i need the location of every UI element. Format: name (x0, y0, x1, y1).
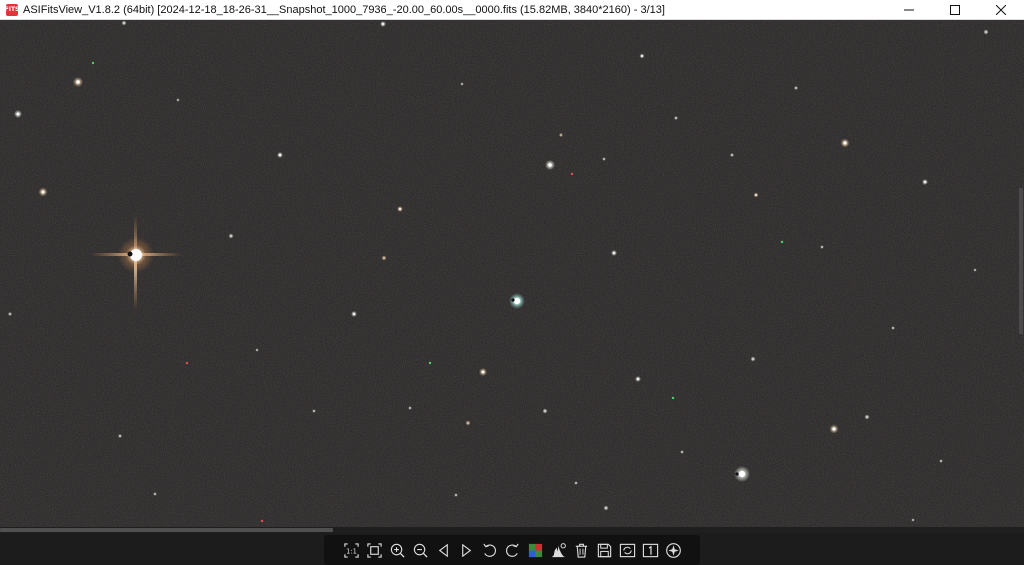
zoom-out-icon (413, 543, 428, 558)
previous-image-button[interactable] (432, 539, 454, 561)
horizontal-scrollbar-thumb[interactable] (0, 528, 333, 532)
auto-stretch-button[interactable] (662, 539, 684, 561)
star-field-image (0, 20, 1024, 529)
next-image-button[interactable] (455, 539, 477, 561)
debayer-button[interactable] (524, 539, 546, 561)
fit-window-icon (366, 542, 382, 558)
image-toolbar: 1:1 (324, 535, 700, 565)
histogram-button[interactable] (547, 539, 569, 561)
zoom-in-icon (390, 543, 405, 558)
zoom-out-button[interactable] (409, 539, 431, 561)
app-logo-icon: FITS (4, 3, 20, 16)
delete-button[interactable] (570, 539, 592, 561)
window-controls (886, 0, 1024, 20)
save-button[interactable] (593, 539, 615, 561)
convert-icon (619, 543, 635, 557)
single-view-icon (642, 543, 658, 557)
histogram-icon (551, 542, 566, 557)
minimize-icon (904, 9, 914, 10)
app-icon-text: FITS (4, 5, 20, 13)
star (509, 293, 525, 309)
stretch-icon (665, 542, 681, 558)
minimize-button[interactable] (886, 0, 932, 20)
single-view-button[interactable] (639, 539, 661, 561)
close-button[interactable] (978, 0, 1024, 20)
image-canvas[interactable] (0, 20, 1024, 529)
title-bar: FITS ASIFitsView_V1.8.2 (64bit) [2024-12… (0, 0, 1024, 20)
maximize-icon (950, 4, 960, 15)
rotate-left-button[interactable] (478, 539, 500, 561)
vertical-scrollbar-thumb[interactable] (1019, 188, 1023, 334)
window-title: ASIFitsView_V1.8.2 (64bit) [2024-12-18_1… (23, 3, 665, 16)
delete-icon (575, 543, 587, 558)
convert-button[interactable] (616, 539, 638, 561)
previous-icon (438, 543, 448, 557)
save-icon (597, 543, 611, 557)
actual-size-button[interactable]: 1:1 (340, 539, 362, 561)
zoom-in-button[interactable] (386, 539, 408, 561)
svg-text:1:1: 1:1 (346, 547, 357, 555)
star (734, 466, 750, 482)
next-icon (461, 543, 471, 557)
rotate-right-button[interactable] (501, 539, 523, 561)
rotate-right-icon (505, 543, 519, 557)
actual-size-icon: 1:1 (343, 542, 359, 558)
close-icon (996, 4, 1006, 15)
debayer-icon (528, 543, 542, 557)
maximize-button[interactable] (932, 0, 978, 20)
fit-window-button[interactable] (363, 539, 385, 561)
rotate-left-icon (482, 543, 496, 557)
